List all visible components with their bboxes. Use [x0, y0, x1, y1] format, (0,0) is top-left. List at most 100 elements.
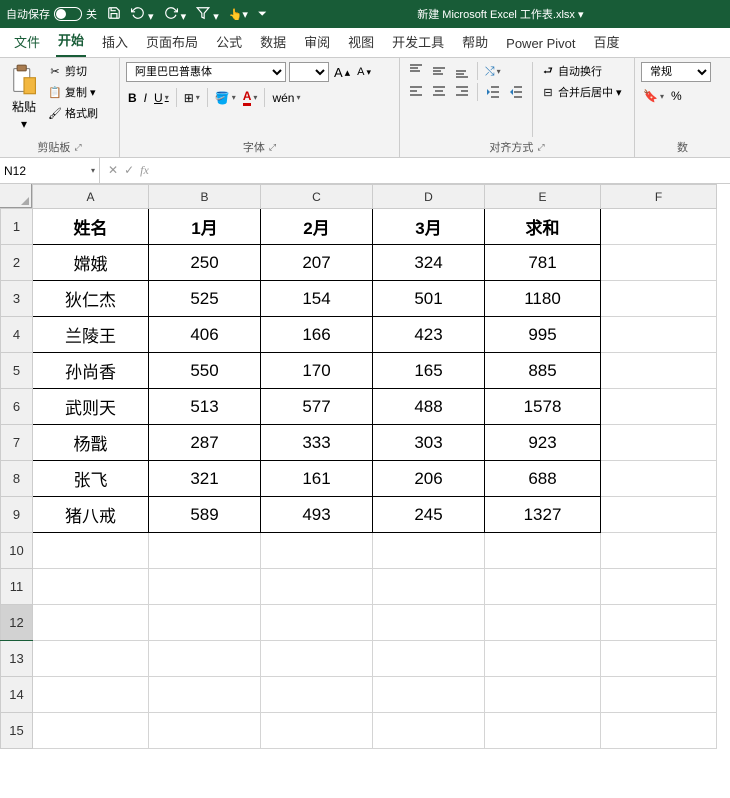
- cell[interactable]: 501: [373, 281, 485, 317]
- cell[interactable]: [601, 389, 717, 425]
- touch-icon[interactable]: 👆▾: [229, 8, 248, 21]
- cell[interactable]: [261, 677, 373, 713]
- borders-button[interactable]: ⊞▾: [182, 90, 202, 106]
- cell[interactable]: 武则天: [33, 389, 149, 425]
- column-header[interactable]: C: [261, 185, 373, 209]
- cell[interactable]: [601, 605, 717, 641]
- fill-color-button[interactable]: 🪣▾: [213, 90, 238, 106]
- tab-insert[interactable]: 插入: [100, 28, 130, 57]
- cell[interactable]: [601, 461, 717, 497]
- filter-icon[interactable]: ▾: [196, 6, 219, 23]
- cell[interactable]: [601, 569, 717, 605]
- row-header[interactable]: 6: [1, 389, 33, 425]
- italic-button[interactable]: I: [142, 90, 149, 106]
- cancel-icon[interactable]: ✕: [108, 163, 118, 178]
- cell[interactable]: [485, 641, 601, 677]
- cell[interactable]: 885: [485, 353, 601, 389]
- paste-button[interactable]: 粘贴 ▾: [6, 62, 42, 137]
- qat-customize-icon[interactable]: ⏷: [258, 8, 267, 21]
- column-header[interactable]: F: [601, 185, 717, 209]
- cell[interactable]: 245: [373, 497, 485, 533]
- cell[interactable]: [149, 677, 261, 713]
- cell[interactable]: [149, 605, 261, 641]
- percent-button[interactable]: %: [669, 88, 684, 104]
- tab-home[interactable]: 开始: [56, 26, 86, 57]
- row-header[interactable]: 2: [1, 245, 33, 281]
- tab-formulas[interactable]: 公式: [214, 28, 244, 57]
- row-header[interactable]: 12: [1, 605, 33, 641]
- cell[interactable]: [373, 605, 485, 641]
- cell[interactable]: [149, 569, 261, 605]
- cell[interactable]: 781: [485, 245, 601, 281]
- cell[interactable]: 423: [373, 317, 485, 353]
- cell[interactable]: [373, 641, 485, 677]
- cell[interactable]: 170: [261, 353, 373, 389]
- cell[interactable]: [373, 569, 485, 605]
- row-header[interactable]: 15: [1, 713, 33, 749]
- cell[interactable]: 161: [261, 461, 373, 497]
- cell[interactable]: 250: [149, 245, 261, 281]
- formula-input[interactable]: [157, 164, 730, 178]
- tab-help[interactable]: 帮助: [460, 28, 490, 57]
- align-left-button[interactable]: [406, 83, 426, 101]
- cell[interactable]: [261, 713, 373, 749]
- font-size-select[interactable]: 11: [289, 62, 329, 82]
- cell[interactable]: 1578: [485, 389, 601, 425]
- row-header[interactable]: 5: [1, 353, 33, 389]
- cell[interactable]: 孙尚香: [33, 353, 149, 389]
- cell[interactable]: 550: [149, 353, 261, 389]
- cell[interactable]: [485, 605, 601, 641]
- cell[interactable]: 姓名: [33, 209, 149, 245]
- bold-button[interactable]: B: [126, 90, 139, 106]
- cell[interactable]: 488: [373, 389, 485, 425]
- cell[interactable]: [601, 497, 717, 533]
- format-painter-button[interactable]: 🖌格式刷: [46, 104, 100, 122]
- copy-button[interactable]: 📋复制 ▾: [46, 83, 100, 101]
- cell[interactable]: 猪八戒: [33, 497, 149, 533]
- cell[interactable]: [485, 677, 601, 713]
- select-all-corner[interactable]: [0, 184, 32, 208]
- cell[interactable]: 杨戬: [33, 425, 149, 461]
- row-header[interactable]: 13: [1, 641, 33, 677]
- row-header[interactable]: 4: [1, 317, 33, 353]
- save-icon[interactable]: [107, 6, 121, 23]
- increase-font-button[interactable]: A▴: [332, 64, 352, 81]
- font-dialog-launcher[interactable]: ⤢: [269, 142, 276, 153]
- cell[interactable]: [601, 533, 717, 569]
- tab-file[interactable]: 文件: [12, 28, 42, 57]
- wrap-text-button[interactable]: ⮐自动换行: [539, 62, 624, 80]
- cell[interactable]: [601, 245, 717, 281]
- name-box[interactable]: ▾: [0, 158, 100, 183]
- cell[interactable]: 兰陵王: [33, 317, 149, 353]
- cell[interactable]: 688: [485, 461, 601, 497]
- tab-data[interactable]: 数据: [258, 28, 288, 57]
- cell[interactable]: 923: [485, 425, 601, 461]
- cell[interactable]: 2月: [261, 209, 373, 245]
- chevron-down-icon[interactable]: ▾: [91, 166, 95, 175]
- cell[interactable]: 166: [261, 317, 373, 353]
- cell[interactable]: 1327: [485, 497, 601, 533]
- row-header[interactable]: 10: [1, 533, 33, 569]
- tab-review[interactable]: 审阅: [302, 28, 332, 57]
- currency-button[interactable]: 🔖▾: [641, 88, 666, 104]
- tab-dev[interactable]: 开发工具: [390, 28, 446, 57]
- cell[interactable]: [261, 641, 373, 677]
- cell[interactable]: 577: [261, 389, 373, 425]
- column-header[interactable]: B: [149, 185, 261, 209]
- align-dialog-launcher[interactable]: ⤢: [537, 142, 544, 153]
- row-header[interactable]: 9: [1, 497, 33, 533]
- merge-center-button[interactable]: ⊟合并后居中 ▾: [539, 83, 624, 101]
- cell[interactable]: 995: [485, 317, 601, 353]
- cell[interactable]: [149, 533, 261, 569]
- cell[interactable]: [33, 641, 149, 677]
- tab-layout[interactable]: 页面布局: [144, 28, 200, 57]
- cell[interactable]: [485, 569, 601, 605]
- cell[interactable]: [33, 677, 149, 713]
- tab-baidu[interactable]: 百度: [592, 28, 622, 57]
- number-format-select[interactable]: 常规: [641, 62, 711, 82]
- align-top-button[interactable]: [406, 62, 426, 80]
- fx-icon[interactable]: fx: [140, 163, 149, 178]
- undo-icon[interactable]: ▾: [131, 6, 154, 23]
- cell[interactable]: [149, 713, 261, 749]
- underline-button[interactable]: U▾: [152, 90, 171, 106]
